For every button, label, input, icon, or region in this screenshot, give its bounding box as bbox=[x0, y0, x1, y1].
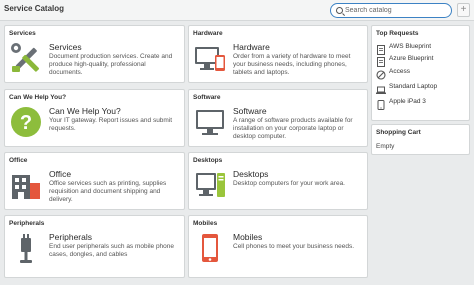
category-card-office[interactable]: Office Office Office services such as pr… bbox=[4, 152, 185, 210]
search-box[interactable] bbox=[330, 3, 452, 18]
ipad-icon bbox=[376, 97, 386, 110]
request-item-apple-ipad-3[interactable]: Apple iPad 3 bbox=[376, 96, 466, 110]
no-access-icon bbox=[376, 67, 386, 80]
page-title: Service Catalog bbox=[4, 4, 65, 13]
top-bar: Service Catalog + bbox=[0, 0, 474, 21]
search-input[interactable] bbox=[345, 5, 445, 16]
top-requests-header: Top Requests bbox=[376, 30, 419, 37]
laptop-icon bbox=[376, 82, 386, 94]
tile-description: Order from a variety of hardware to meet… bbox=[233, 53, 351, 76]
tile-title[interactable]: Can We Help You? bbox=[49, 106, 121, 116]
request-label: Apple iPad 3 bbox=[389, 98, 426, 105]
card-header: Software bbox=[193, 94, 221, 101]
category-card-help[interactable]: Can We Help You? ? Can We Help You? Your… bbox=[4, 89, 185, 147]
tile-description: A range of software products available f… bbox=[233, 117, 353, 140]
category-card-services[interactable]: Services Services Document production se… bbox=[4, 25, 185, 83]
request-label: Access bbox=[389, 68, 410, 75]
request-label: Standard Laptop bbox=[389, 83, 438, 90]
tile-title[interactable]: Software bbox=[233, 106, 267, 116]
request-item-access[interactable]: Access bbox=[376, 66, 466, 80]
search-icon bbox=[336, 7, 343, 14]
add-button[interactable]: + bbox=[457, 3, 470, 17]
mobile-icon bbox=[194, 232, 226, 264]
request-item-standard-laptop[interactable]: Standard Laptop bbox=[376, 81, 466, 94]
card-header: Can We Help You? bbox=[9, 94, 67, 101]
monitor-icon bbox=[194, 106, 226, 138]
tile-description: Desktop computers for your work area. bbox=[233, 180, 345, 187]
card-header: Hardware bbox=[193, 30, 223, 37]
tile-description: Document production services. Create and… bbox=[49, 53, 173, 76]
tile-title[interactable]: Services bbox=[49, 42, 82, 52]
request-item-azure-blueprint[interactable]: Azure Blueprint bbox=[376, 53, 466, 67]
tile-description: Cell phones to meet your business needs. bbox=[233, 243, 355, 250]
card-header: Services bbox=[9, 30, 36, 37]
card-header: Mobiles bbox=[193, 220, 218, 227]
tile-title[interactable]: Peripherals bbox=[49, 232, 92, 242]
tools-icon bbox=[10, 42, 42, 74]
shopping-cart-header: Shopping Cart bbox=[376, 129, 421, 136]
svg-text:?: ? bbox=[20, 112, 32, 134]
tile-description: End user peripherals such as mobile phon… bbox=[49, 243, 175, 258]
request-label: Azure Blueprint bbox=[389, 55, 434, 62]
card-header: Office bbox=[9, 157, 28, 164]
top-requests-panel: Top Requests AWS Blueprint Azure Bluepri… bbox=[371, 25, 470, 121]
tile-description: Office services such as printing, suppli… bbox=[49, 180, 167, 203]
category-card-mobiles[interactable]: Mobiles Mobiles Cell phones to meet your… bbox=[188, 215, 368, 278]
blueprint-icon bbox=[376, 54, 386, 67]
blueprint-icon bbox=[376, 42, 386, 55]
help-icon: ? bbox=[10, 106, 42, 138]
shopping-cart-panel: Shopping Cart Empty bbox=[371, 124, 470, 155]
desktop-icon bbox=[194, 169, 226, 201]
request-label: AWS Blueprint bbox=[389, 43, 432, 50]
tile-description: Your IT gateway. Report issues and submi… bbox=[49, 117, 173, 132]
category-card-software[interactable]: Software Software A range of software pr… bbox=[188, 89, 368, 147]
tile-title[interactable]: Desktops bbox=[233, 169, 268, 179]
building-icon bbox=[10, 169, 42, 201]
cart-empty-text: Empty bbox=[376, 143, 395, 150]
card-header: Desktops bbox=[193, 157, 223, 164]
category-card-hardware[interactable]: Hardware Hardware Order from a variety o… bbox=[188, 25, 368, 83]
card-header: Peripherals bbox=[9, 220, 45, 227]
tile-title[interactable]: Office bbox=[49, 169, 71, 179]
request-item-aws-blueprint[interactable]: AWS Blueprint bbox=[376, 41, 466, 55]
hardware-icon bbox=[194, 42, 226, 74]
tile-title[interactable]: Mobiles bbox=[233, 232, 262, 242]
category-card-peripherals[interactable]: Peripherals Peripherals End user periphe… bbox=[4, 215, 185, 278]
tile-title[interactable]: Hardware bbox=[233, 42, 270, 52]
peripherals-icon bbox=[10, 232, 42, 264]
category-card-desktops[interactable]: Desktops Desktops Desktop computers for … bbox=[188, 152, 368, 210]
